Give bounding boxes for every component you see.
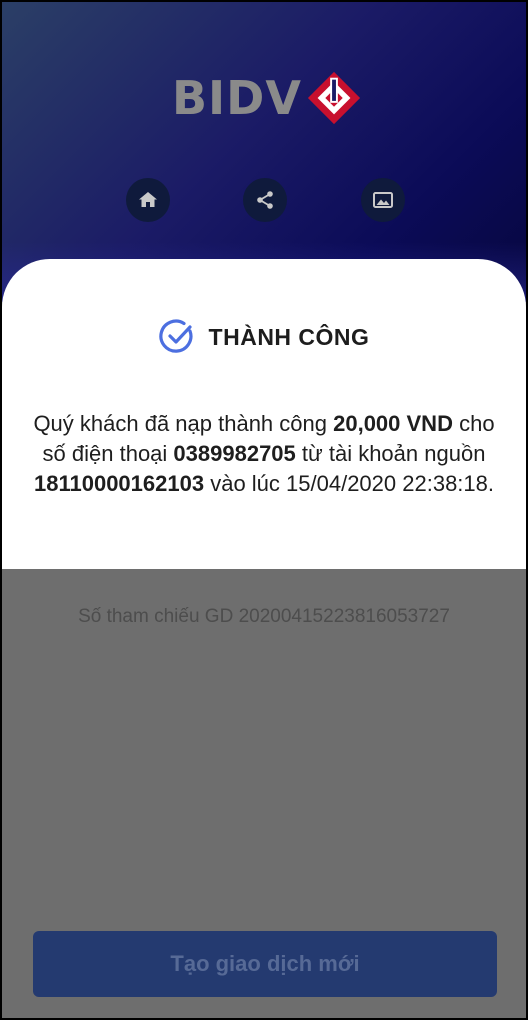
status-title: THÀNH CÔNG (208, 323, 370, 350)
logo-text: BIDV (172, 71, 302, 125)
reference-value: 20200415223816053727 (238, 606, 450, 627)
home-button[interactable] (126, 178, 170, 222)
header: BIDV (2, 2, 526, 302)
bidv-logo: BIDV (172, 66, 362, 130)
home-icon (139, 192, 157, 207)
share-button[interactable] (243, 178, 287, 222)
source-account: 18110000162103 (34, 471, 205, 496)
new-transaction-button[interactable]: Tạo giao dịch mới (33, 931, 497, 997)
share-icon (257, 191, 273, 209)
message-suffix: vào lúc 15/04/2020 22:38:18. (204, 471, 494, 496)
amount: 20,000 VND (333, 411, 453, 436)
transaction-reference: Số tham chiếu GD 20200415223816053727 (2, 606, 526, 628)
image-icon (373, 192, 393, 208)
bidv-logo-icon (307, 71, 361, 125)
reference-label: Số tham chiếu GD (78, 606, 234, 627)
screen: BIDV THÀNH CÔNG Quý khách đã nạp thành c… (0, 0, 528, 1020)
phone-number: 0389982705 (173, 441, 296, 466)
header-actions (2, 178, 526, 224)
result-message: Quý khách đã nạp thành công 20,000 VND c… (32, 409, 496, 499)
save-image-button[interactable] (361, 178, 405, 222)
status-row: THÀNH CÔNG (2, 319, 526, 355)
result-card: THÀNH CÔNG Quý khách đã nạp thành công 2… (2, 259, 526, 569)
message-prefix: Quý khách đã nạp thành công (33, 411, 334, 436)
message-mid2: từ tài khoản nguồn (295, 441, 486, 466)
check-circle-icon (158, 319, 193, 353)
